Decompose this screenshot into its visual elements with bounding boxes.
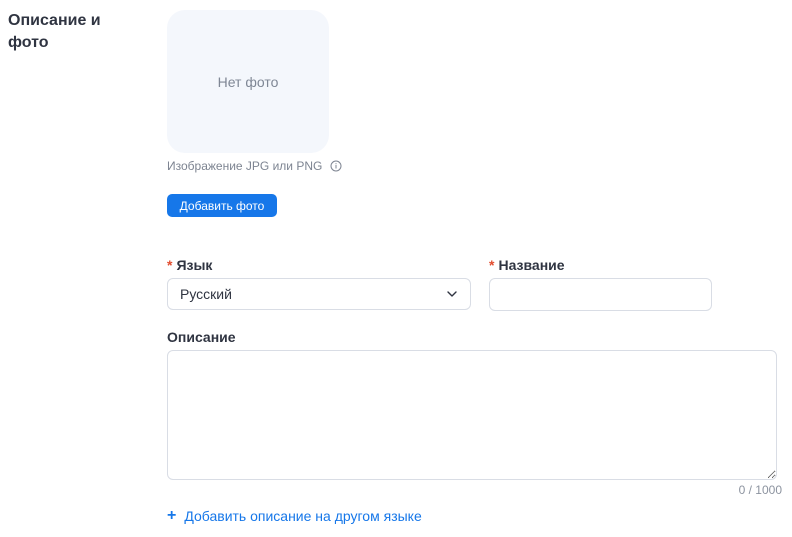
add-description-language-button[interactable]: + Добавить описание на другом языке [167, 507, 422, 525]
plus-icon: + [167, 507, 177, 524]
description-photo-section: Описание и фото Нет фото Изображение JPG… [0, 0, 792, 537]
photo-placeholder-text: Нет фото [217, 73, 279, 90]
required-mark: * [489, 257, 495, 273]
section-title: Описание и фото [8, 12, 101, 51]
info-circle-icon[interactable] [330, 160, 342, 172]
name-label: * Название [489, 256, 565, 274]
add-photo-button[interactable]: Добавить фото [167, 194, 277, 217]
language-select-value: Русский [180, 286, 232, 302]
add-description-label: Добавить описание на другом языке [184, 508, 422, 524]
language-label-text: Язык [176, 257, 213, 273]
description-textarea[interactable] [167, 350, 777, 480]
language-select[interactable]: Русский [167, 278, 471, 310]
description-label: Описание [167, 329, 236, 345]
language-label: * Язык [167, 256, 212, 274]
photo-placeholder[interactable]: Нет фото [167, 10, 329, 153]
required-mark: * [167, 257, 173, 273]
description-counter: 0 / 1000 [738, 483, 782, 497]
photo-hint: Изображение JPG или PNG [167, 159, 342, 173]
name-input[interactable] [489, 278, 712, 311]
chevron-down-icon [446, 288, 458, 300]
photo-hint-text: Изображение JPG или PNG [167, 159, 323, 173]
name-label-text: Название [498, 257, 565, 273]
